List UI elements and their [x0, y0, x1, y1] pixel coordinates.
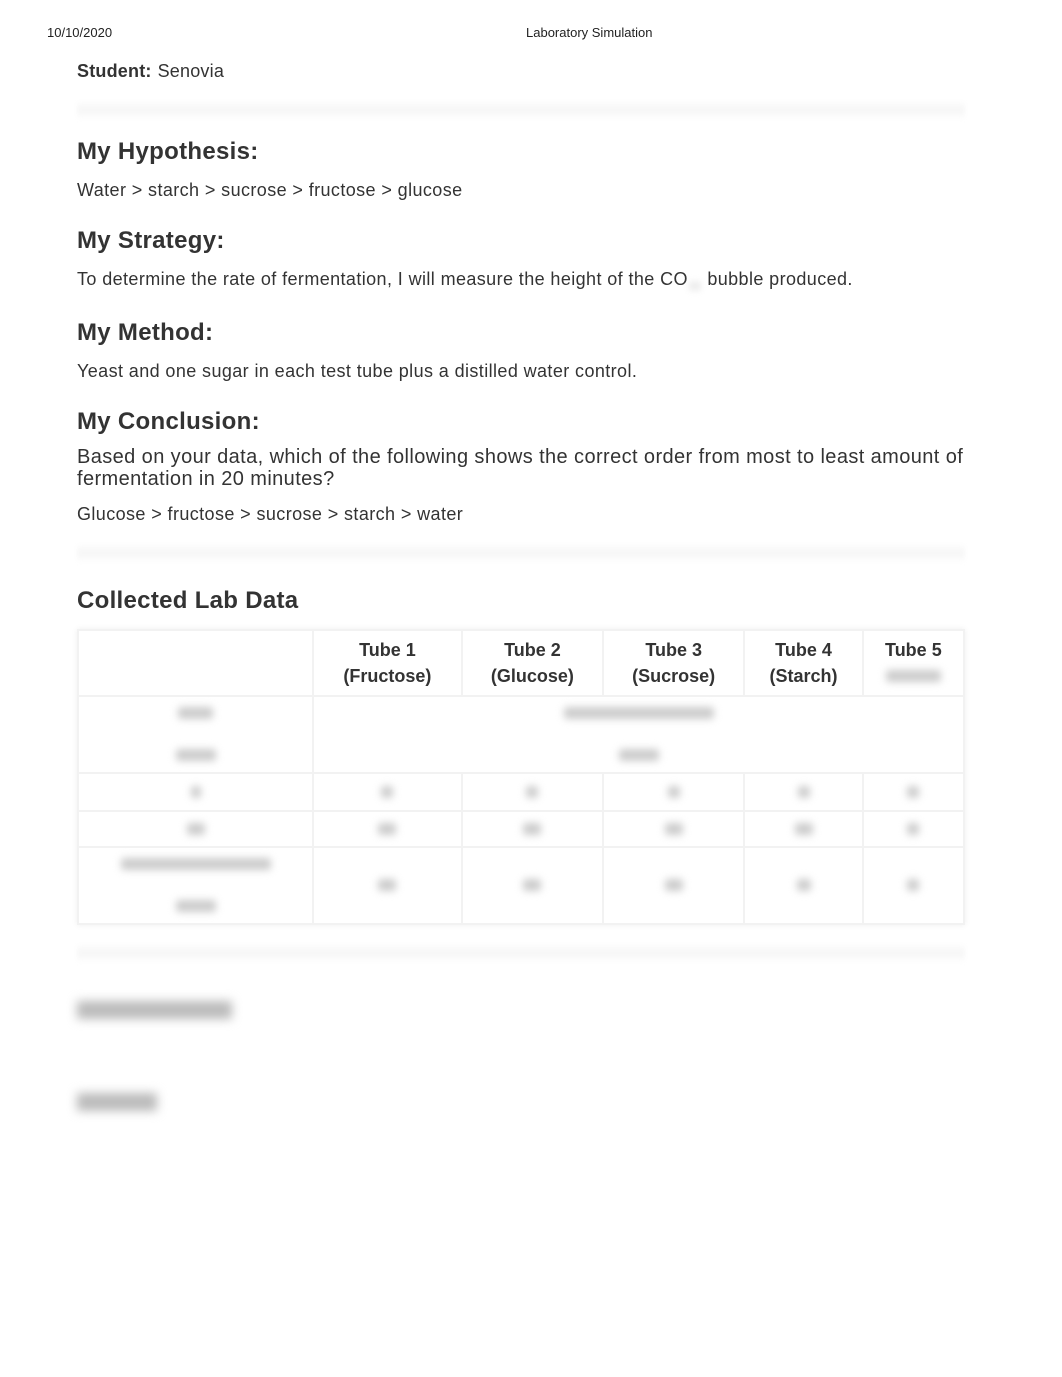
strategy-text-b: bubble produced. — [707, 269, 853, 289]
report: Student: Senovia My Hypothesis: Water > s… — [77, 58, 966, 1111]
header-empty — [77, 629, 314, 697]
strategy-heading: My Strategy: — [77, 227, 225, 254]
divider — [77, 943, 965, 963]
blurred-text — [885, 670, 941, 682]
header-tube-1: Tube 1 (Fructose) — [312, 629, 463, 697]
method-text: Yeast and one sugar in each test tube pl… — [77, 361, 638, 381]
table-row — [77, 846, 966, 925]
table-header-row: Tube 1 (Fructose) Tube 2 (Glucose) Tube 3(… — [77, 629, 966, 697]
conclusion-question: Based on your data, which of the followi… — [77, 446, 964, 490]
divider — [77, 100, 965, 120]
blurred-heading — [77, 1093, 157, 1111]
header-tube-2: Tube 2 (Glucose) — [460, 629, 605, 697]
blurred-cell — [77, 695, 314, 774]
lab-data-table: Tube 1 (Fructose) Tube 2 (Glucose) Tube 3(… — [77, 629, 966, 925]
table-row — [77, 695, 965, 774]
divider — [77, 543, 965, 563]
strategy-text: To determine the rate of fermentation, I… — [77, 269, 965, 291]
conclusion-answer: Glucose > fructose > sucrose > starch > … — [77, 504, 464, 524]
table-row — [77, 810, 966, 848]
blurred-heading — [77, 1001, 232, 1019]
method-heading: My Method: — [77, 319, 214, 346]
student-name: Senovia — [157, 61, 225, 81]
strategy-text-a: To determine the rate of fermentation, I… — [77, 269, 688, 289]
subscript-blur — [688, 281, 701, 291]
hypothesis-heading: My Hypothesis: — [77, 138, 259, 165]
conclusion-heading: My Conclusion: — [77, 408, 260, 435]
header-tube-5: Tube 5 — [861, 629, 966, 697]
blurred-cell — [312, 695, 965, 774]
header-tube-3: Tube 3 (Sucrose) — [602, 629, 746, 697]
print-date: 10/10/2020 — [47, 25, 113, 40]
hypothesis-text: Water > starch > sucrose > fructose > gl… — [77, 180, 463, 200]
header-tube-4: Tube 4 (Starch) — [743, 629, 864, 697]
student-line: Student: Senovia — [77, 61, 965, 82]
student-label: Student: — [77, 61, 152, 81]
table-row — [77, 772, 966, 812]
lab-data-heading: Collected Lab Data — [77, 587, 299, 614]
print-title: Laboratory Simulation — [526, 25, 653, 40]
